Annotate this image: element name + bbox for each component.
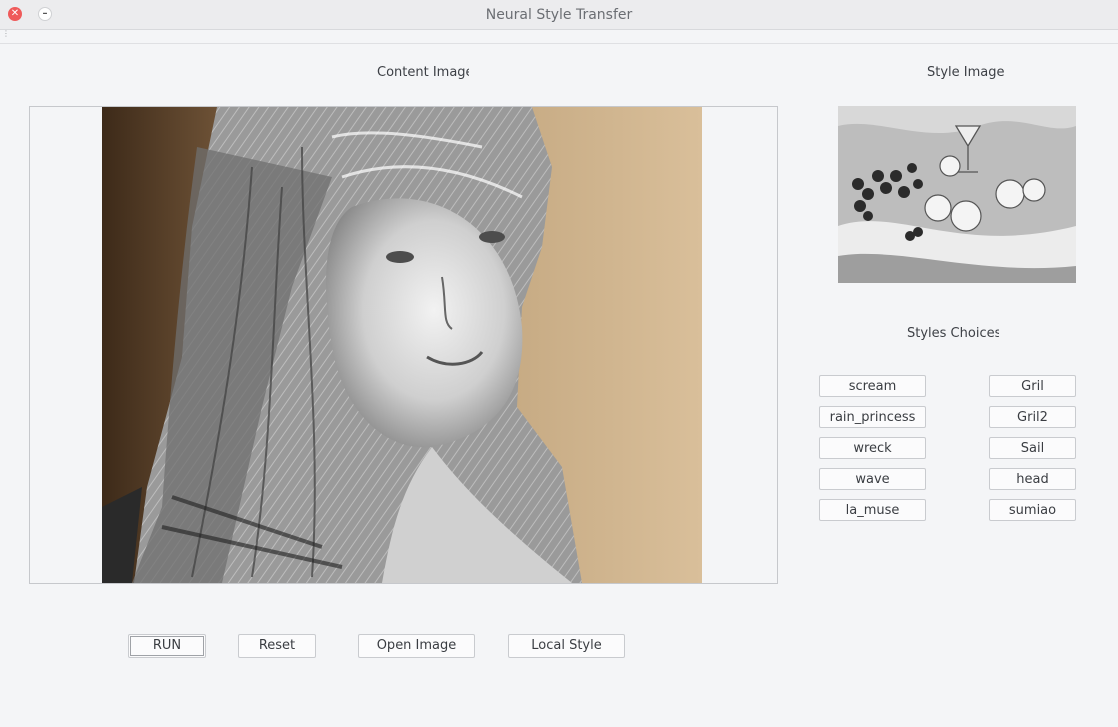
toolbar-grip-icon[interactable]: ⋮ <box>2 30 10 38</box>
style-button-wave[interactable]: wave <box>819 468 926 490</box>
run-button[interactable]: RUN <box>128 634 206 658</box>
style-button-gril2[interactable]: Gril2 <box>989 406 1076 428</box>
local-style-button[interactable]: Local Style <box>508 634 625 658</box>
window-title: Neural Style Transfer <box>485 7 633 23</box>
content-image <box>102 107 702 583</box>
style-image-label: Style Image <box>927 65 1005 80</box>
content-image-label: Content Image <box>377 65 469 80</box>
styles-choices-label: Styles Choices <box>907 326 999 341</box>
style-button-scream[interactable]: scream <box>819 375 926 397</box>
open-image-button[interactable]: Open Image <box>358 634 475 658</box>
style-button-rain-princess[interactable]: rain_princess <box>819 406 926 428</box>
toolbar-strip: ⋮ <box>0 30 1118 44</box>
style-button-wreck[interactable]: wreck <box>819 437 926 459</box>
style-button-gril[interactable]: Gril <box>989 375 1076 397</box>
style-button-head[interactable]: head <box>989 468 1076 490</box>
content-image-frame <box>29 106 778 584</box>
style-image <box>838 106 1076 283</box>
title-bar: ✕ – Neural Style Transfer <box>0 0 1118 30</box>
reset-button[interactable]: Reset <box>238 634 316 658</box>
style-button-sail[interactable]: Sail <box>989 437 1076 459</box>
style-button-la-muse[interactable]: la_muse <box>819 499 926 521</box>
style-button-sumiao[interactable]: sumiao <box>989 499 1076 521</box>
